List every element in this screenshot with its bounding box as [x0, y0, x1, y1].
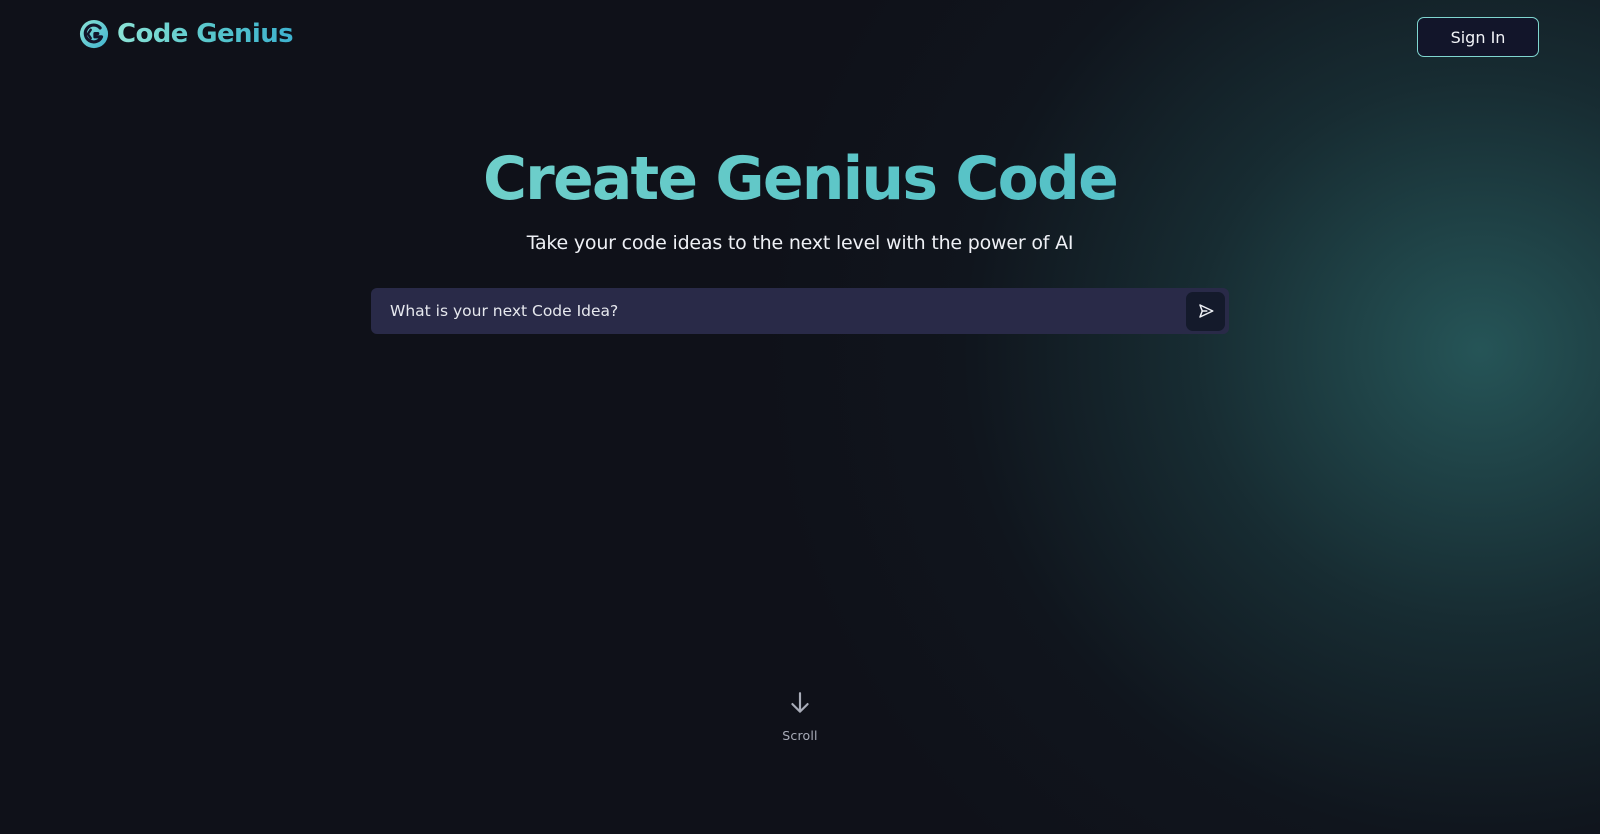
send-button[interactable] [1186, 291, 1225, 331]
send-icon [1198, 304, 1213, 318]
brand-name: Code Genius [117, 19, 294, 49]
hero-subtitle: Take your code ideas to the next level w… [526, 232, 1074, 254]
scroll-label: Scroll [782, 728, 818, 743]
sign-in-button[interactable]: Sign In [1417, 17, 1539, 57]
arrow-down-icon [787, 690, 813, 716]
scroll-indicator[interactable]: Scroll [750, 690, 850, 743]
hero-title: Create Genius Code [0, 140, 1600, 218]
code-idea-input[interactable] [371, 288, 1186, 334]
code-idea-form [371, 288, 1229, 334]
brand-logo[interactable]: Code Genius [79, 17, 294, 51]
code-genius-logo-icon [79, 19, 109, 49]
